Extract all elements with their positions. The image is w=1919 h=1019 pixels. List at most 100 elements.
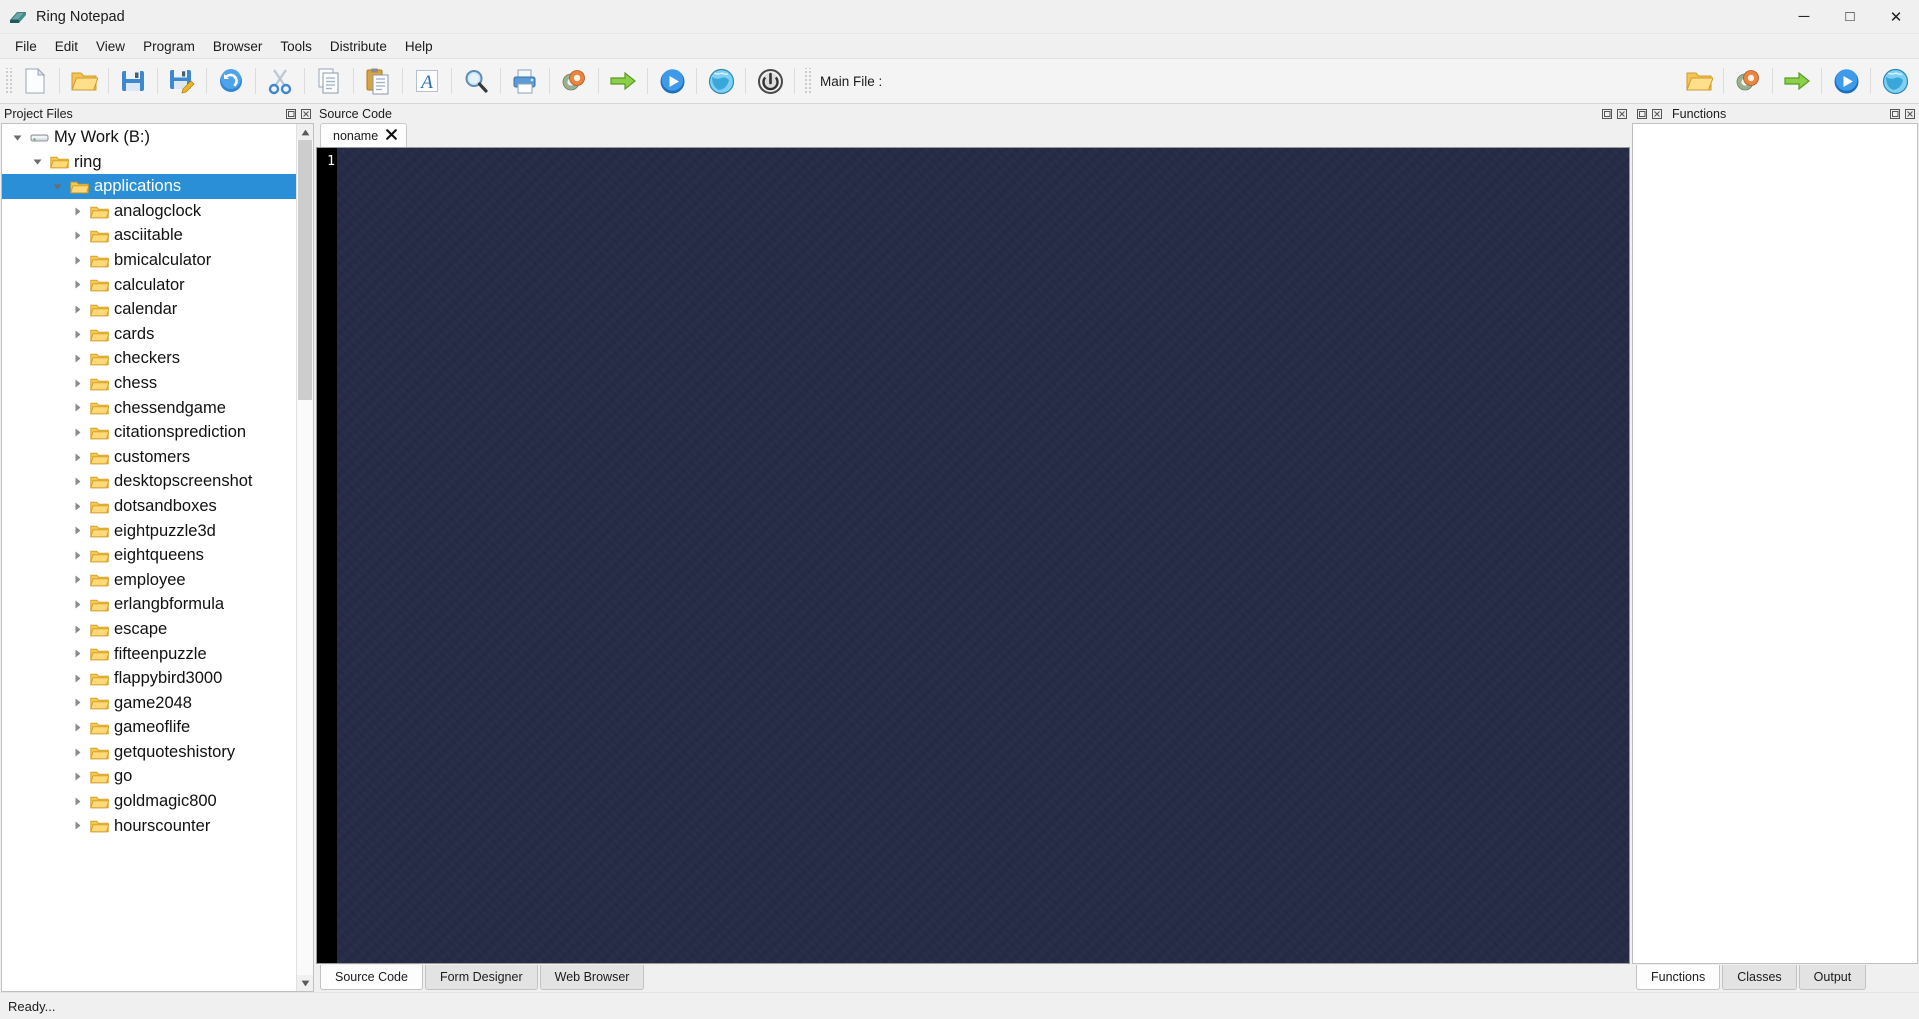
toolbar2-run-program-button[interactable] [1826,61,1866,101]
tree-item-customers[interactable]: customers [2,445,296,470]
toolbar-open-button[interactable] [64,61,104,101]
chevron-right-icon[interactable] [66,427,88,438]
toolbar-cut-button[interactable] [260,61,300,101]
close-button[interactable]: ✕ [1873,1,1919,33]
close-panel-icon[interactable] [1615,107,1628,120]
mainfile-grip[interactable] [803,68,811,94]
tree-item-desktopscreenshot[interactable]: desktopscreenshot [2,469,296,494]
toolbar-save-button[interactable] [113,61,153,101]
tree-item-hourscounter[interactable]: hourscounter [2,814,296,839]
menu-edit[interactable]: Edit [46,36,87,57]
tab-source-code[interactable]: Source Code [320,965,423,990]
toolbar-new-file-button[interactable] [15,61,55,101]
toolbar-settings-button[interactable] [554,61,594,101]
tab-form-designer[interactable]: Form Designer [425,965,538,990]
tree-item-getquoteshistory[interactable]: getquoteshistory [2,740,296,765]
maximize-button[interactable]: □ [1827,1,1873,33]
scroll-up-arrow-icon[interactable] [297,124,313,140]
tree-item-calculator[interactable]: calculator [2,273,296,298]
tree-item-eightqueens[interactable]: eightqueens [2,543,296,568]
close-panel-icon[interactable] [1650,107,1663,120]
tree-item-ring[interactable]: ring [2,150,296,175]
chevron-right-icon[interactable] [66,304,88,315]
tree-item-goldmagic800[interactable]: goldmagic800 [2,789,296,814]
toolbar-run-arrow-button[interactable] [603,61,643,101]
tab-functions[interactable]: Functions [1636,965,1720,990]
scroll-down-arrow-icon[interactable] [297,975,313,991]
menu-view[interactable]: View [87,36,134,57]
chevron-right-icon[interactable] [66,501,88,512]
tree-item-gameoflife[interactable]: gameoflife [2,715,296,740]
menu-file[interactable]: File [6,36,46,57]
chevron-right-icon[interactable] [66,206,88,217]
chevron-right-icon[interactable] [66,230,88,241]
tree-item-bmicalculator[interactable]: bmicalculator [2,248,296,273]
toolbar2-run-arrow-button[interactable] [1777,61,1817,101]
toolbar-paste-button[interactable] [358,61,398,101]
chevron-right-icon[interactable] [66,402,88,413]
tree-item-flappybird3000[interactable]: flappybird3000 [2,666,296,691]
chevron-right-icon[interactable] [66,624,88,635]
tree-item-escape[interactable]: escape [2,617,296,642]
chevron-right-icon[interactable] [66,550,88,561]
code-editor[interactable]: 1 [316,147,1630,964]
float-panel-icon[interactable] [1888,107,1901,120]
toolbar2-settings-button[interactable] [1728,61,1768,101]
chevron-right-icon[interactable] [66,574,88,585]
tree-item-game2048[interactable]: game2048 [2,691,296,716]
toolbar-save-as-button[interactable] [162,61,202,101]
editor-tab-noname[interactable]: noname [320,123,407,147]
toolbar-copy-button[interactable] [309,61,349,101]
float-panel-icon[interactable] [1635,107,1648,120]
minimize-button[interactable]: ─ [1781,1,1827,33]
tab-web-browser[interactable]: Web Browser [540,965,645,990]
tree-item-chess[interactable]: chess [2,371,296,396]
menu-program[interactable]: Program [134,36,204,57]
chevron-right-icon[interactable] [66,697,88,708]
tree-item-eightpuzzle3d[interactable]: eightpuzzle3d [2,519,296,544]
toolbar2-web-button[interactable] [1875,61,1915,101]
toolbar2-open-button[interactable] [1679,61,1719,101]
tree-item-employee[interactable]: employee [2,568,296,593]
chevron-down-icon[interactable] [26,156,48,167]
project-tree[interactable]: My Work (B:)ringapplicationsanalogclocka… [2,124,296,991]
toolbar-exit-button[interactable] [750,61,790,101]
chevron-right-icon[interactable] [66,722,88,733]
tree-item-calendar[interactable]: calendar [2,297,296,322]
chevron-right-icon[interactable] [66,329,88,340]
chevron-down-icon[interactable] [6,132,28,143]
toolbar-web-button[interactable] [701,61,741,101]
close-panel-icon[interactable] [299,107,312,120]
tree-item-applications[interactable]: applications [2,174,296,199]
menu-tools[interactable]: Tools [271,36,321,57]
chevron-right-icon[interactable] [66,525,88,536]
tree-item-erlangbformula[interactable]: erlangbformula [2,592,296,617]
tree-item-fifteenpuzzle[interactable]: fifteenpuzzle [2,641,296,666]
toolbar-font-button[interactable]: A [407,61,447,101]
menu-distribute[interactable]: Distribute [321,36,396,57]
tree-item-citationsprediction[interactable]: citationsprediction [2,420,296,445]
toolbar-print-button[interactable] [505,61,545,101]
tab-classes[interactable]: Classes [1722,965,1796,990]
functions-list[interactable] [1632,123,1918,964]
project-tree-scrollbar[interactable] [296,124,313,991]
close-tab-icon[interactable] [386,129,397,142]
tree-item-cards[interactable]: cards [2,322,296,347]
menu-browser[interactable]: Browser [204,36,272,57]
toolbar-run-program-button[interactable] [652,61,692,101]
chevron-right-icon[interactable] [66,648,88,659]
tree-item-go[interactable]: go [2,764,296,789]
chevron-right-icon[interactable] [66,673,88,684]
scroll-thumb[interactable] [298,140,312,400]
toolbar-find-button[interactable] [456,61,496,101]
chevron-right-icon[interactable] [66,747,88,758]
toolbar-grip[interactable] [4,68,12,94]
chevron-right-icon[interactable] [66,255,88,266]
menu-help[interactable]: Help [396,36,442,57]
tree-item-checkers[interactable]: checkers [2,346,296,371]
code-surface[interactable] [337,148,1629,963]
tree-item-analogclock[interactable]: analogclock [2,199,296,224]
chevron-right-icon[interactable] [66,796,88,807]
tab-output[interactable]: Output [1799,965,1867,990]
tree-item-chessendgame[interactable]: chessendgame [2,396,296,421]
